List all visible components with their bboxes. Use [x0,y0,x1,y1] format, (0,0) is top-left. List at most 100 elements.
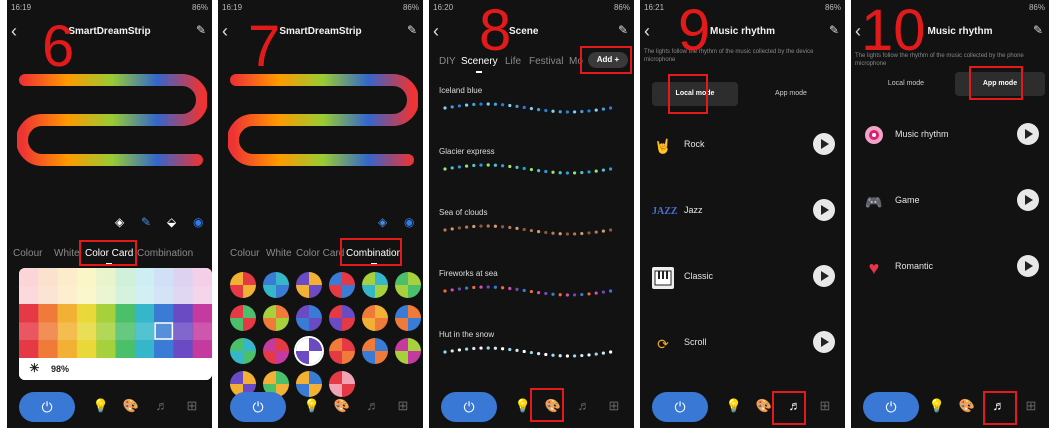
brush-icon[interactable]: ✎ [141,215,151,229]
color-dot-icon[interactable]: ◉ [193,215,203,229]
tab-festival[interactable]: Festival [529,56,563,67]
power-button[interactable]: ⏻ [863,392,919,422]
grid-icon[interactable]: ⊞ [1021,396,1041,416]
play-button[interactable] [813,331,835,353]
color-swatch[interactable] [19,340,39,359]
color-swatch[interactable] [19,286,39,305]
color-swatch[interactable] [192,340,212,359]
color-swatch[interactable] [38,286,59,305]
color-swatch[interactable] [19,322,39,341]
combination-swatch[interactable] [362,272,388,298]
color-swatches[interactable] [19,268,212,359]
power-button[interactable]: ⏻ [230,392,286,422]
grid-icon[interactable]: ⊞ [182,396,202,416]
music-item-classic[interactable]: Classic [652,262,835,292]
scene-preview[interactable] [439,342,619,362]
combination-swatch[interactable] [230,305,256,331]
combination-swatch[interactable] [329,338,355,364]
combination-swatch[interactable] [395,272,421,298]
color-swatch[interactable] [57,304,78,323]
color-dot-icon[interactable]: ◉ [404,215,414,229]
music-icon[interactable]: ♬ [574,396,594,416]
color-swatch[interactable] [192,286,212,305]
grid-icon[interactable]: ⊞ [604,396,624,416]
combination-swatch[interactable] [329,272,355,298]
palette-icon[interactable]: 🎨 [332,396,352,416]
tab-colour[interactable]: Colour [230,248,259,259]
tab-white[interactable]: White [266,248,292,259]
color-swatch[interactable] [96,304,116,323]
combination-swatch[interactable] [296,305,322,331]
eraser-icon[interactable]: ⬙ [167,215,176,229]
music-item-scroll[interactable]: ⟳ Scroll [652,328,835,358]
color-swatch[interactable] [76,340,97,359]
scene-name[interactable]: Glacier express [439,147,495,156]
music-item-jazz[interactable]: JAZZ Jazz [652,196,835,226]
color-swatch[interactable] [57,268,78,287]
color-swatch[interactable] [115,322,136,341]
grid-icon[interactable]: ⊞ [815,396,835,416]
color-swatch[interactable] [173,322,194,341]
scene-preview[interactable] [439,220,619,240]
color-swatch[interactable] [115,340,136,359]
play-button[interactable] [1017,123,1039,145]
color-swatch[interactable] [76,286,97,305]
bulb-icon[interactable]: 💡 [927,396,947,416]
power-button[interactable]: ⏻ [19,392,75,422]
color-swatch[interactable] [173,304,194,323]
fill-icon[interactable]: ◈ [115,215,124,229]
color-swatch[interactable] [96,322,116,341]
color-swatch[interactable] [96,286,116,305]
combination-swatch[interactable] [263,305,289,331]
scene-preview[interactable] [439,281,619,301]
scene-preview[interactable] [439,159,619,179]
color-swatch[interactable] [96,268,116,287]
play-button[interactable] [813,199,835,221]
color-swatch[interactable] [134,304,155,323]
play-button[interactable] [813,265,835,287]
combination-swatch[interactable] [362,338,388,364]
color-swatch[interactable] [115,304,136,323]
color-swatch[interactable] [19,268,39,287]
combination-swatch[interactable] [296,272,322,298]
palette-icon[interactable]: 🎨 [121,396,141,416]
color-swatch[interactable] [134,322,155,341]
tab-combination[interactable]: Combination [137,248,193,259]
color-swatch[interactable] [134,268,155,287]
edit-icon[interactable]: ✎ [829,23,839,37]
color-swatch[interactable] [38,340,59,359]
color-swatch[interactable] [192,304,212,323]
color-swatch[interactable] [76,304,97,323]
scene-name[interactable]: Sea of clouds [439,208,487,217]
app-item-romantic[interactable]: ♥ Romantic [863,252,1039,282]
color-card-grid[interactable]: ☀ 98% [19,268,212,380]
color-swatch[interactable] [192,268,212,287]
combination-swatch[interactable] [263,338,289,364]
color-swatch[interactable] [173,268,194,287]
app-item-music-rhythm[interactable]: Music rhythm [863,120,1039,150]
color-swatch[interactable] [192,322,212,341]
music-item-rock[interactable]: 🤘 Rock [652,130,835,160]
color-swatch[interactable] [134,286,155,305]
color-swatch[interactable] [134,340,155,359]
color-swatch[interactable] [173,286,194,305]
scene-name[interactable]: Fireworks at sea [439,269,498,278]
music-icon[interactable]: ♬ [152,396,172,416]
combination-swatch[interactable] [263,272,289,298]
combination-swatch[interactable] [230,338,256,364]
color-swatch[interactable] [57,322,78,341]
color-swatch[interactable] [115,268,136,287]
back-icon[interactable]: ‹ [433,22,439,40]
fill-icon[interactable]: ◈ [378,215,387,229]
color-swatch[interactable] [154,322,174,341]
tab-colour[interactable]: Colour [13,248,42,259]
color-swatch[interactable] [173,340,194,359]
grid-icon[interactable]: ⊞ [393,396,413,416]
edit-icon[interactable]: ✎ [1033,23,1043,37]
edit-icon[interactable]: ✎ [618,23,628,37]
play-button[interactable] [1017,255,1039,277]
app-item-game[interactable]: 🎮 Game [863,186,1039,216]
color-swatch[interactable] [154,304,174,323]
combination-swatch[interactable] [362,305,388,331]
color-swatch[interactable] [96,340,116,359]
